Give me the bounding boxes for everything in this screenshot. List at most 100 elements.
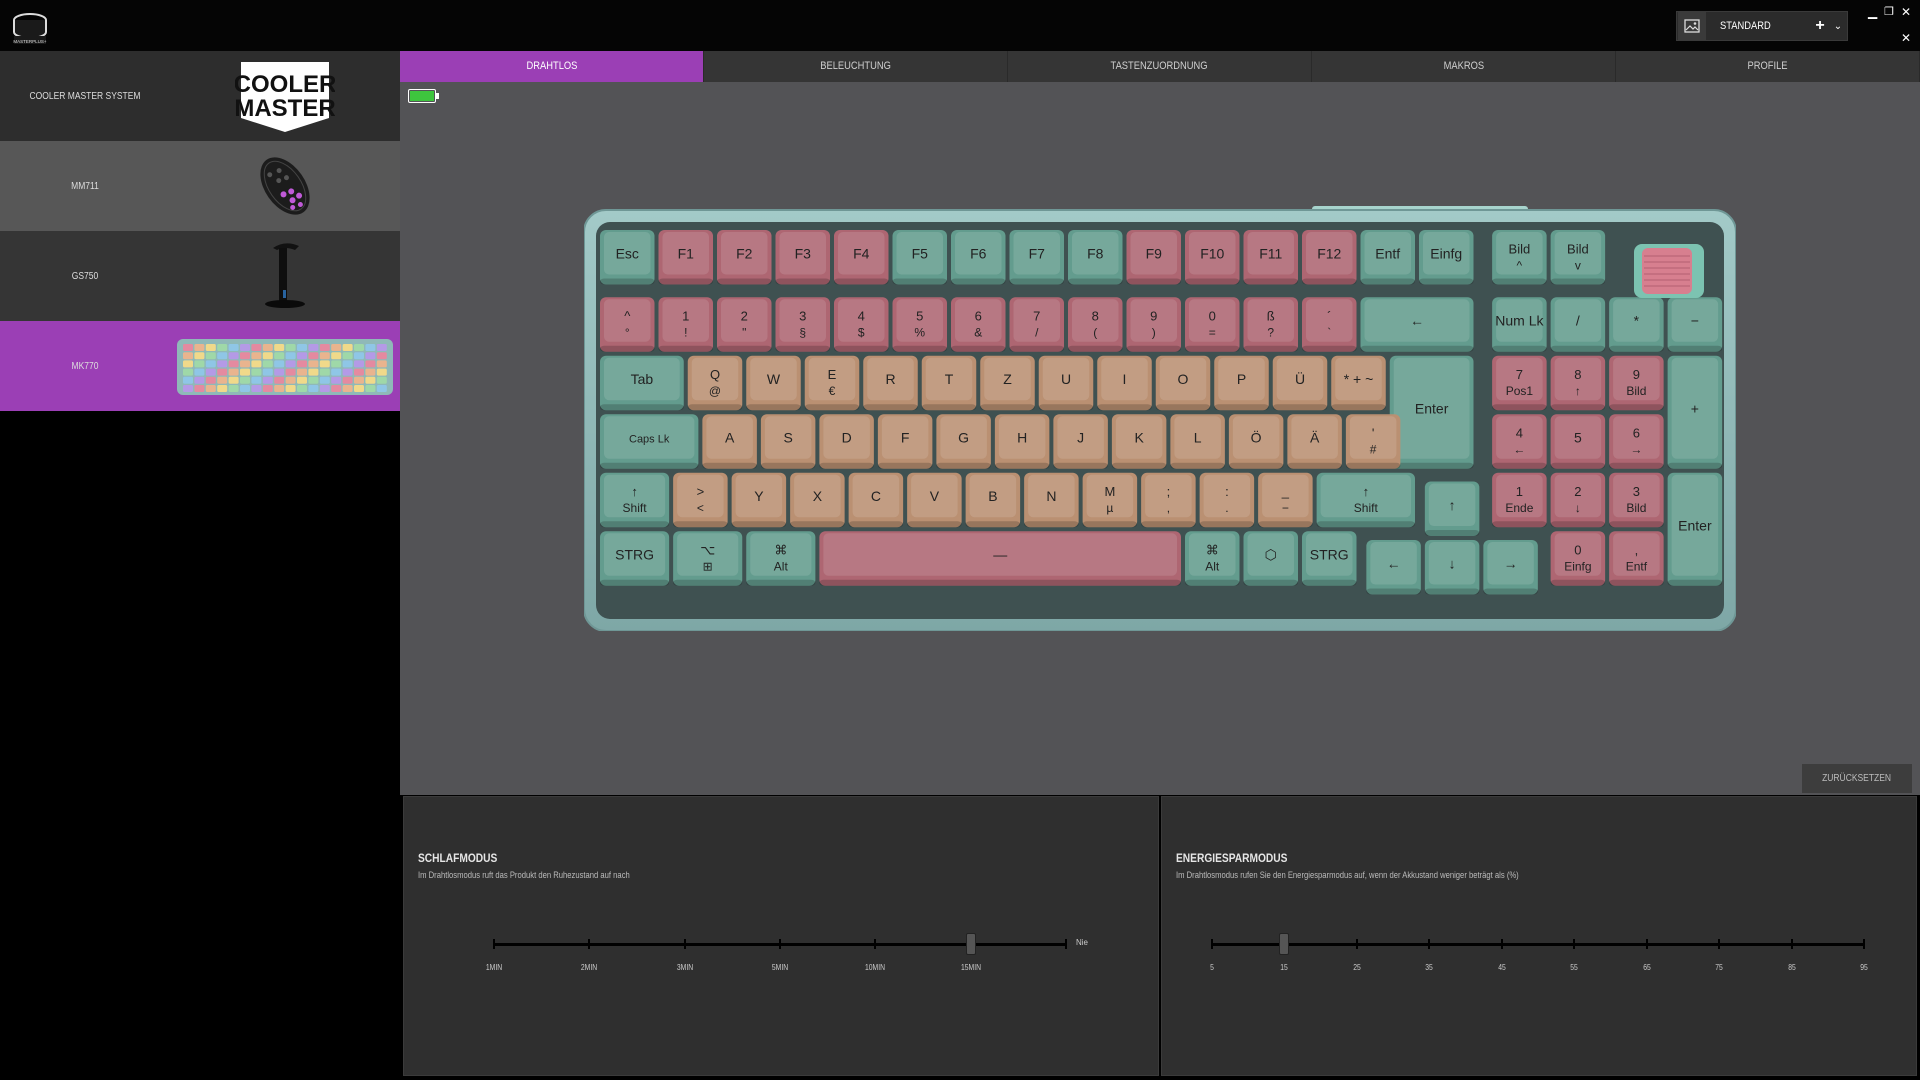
key-g[interactable]: G (936, 414, 991, 469)
key-ü[interactable]: Ü (1272, 355, 1328, 411)
key-strg[interactable]: STRG (1302, 531, 1357, 586)
key-bild-v[interactable]: Bild v (1550, 230, 1606, 285)
key-esc[interactable]: Esc (600, 230, 655, 285)
key-h[interactable]: H (994, 414, 1050, 469)
key-,-entf[interactable]: , Entf (1609, 531, 1664, 586)
key-z[interactable]: Z (980, 355, 1035, 411)
key-4-$[interactable]: 4$ (834, 297, 889, 352)
key-strg[interactable]: STRG (600, 531, 670, 586)
key-f4[interactable]: F4 (834, 230, 889, 285)
key-tab[interactable]: Tab (600, 355, 684, 411)
key-enter[interactable]: Enter (1389, 355, 1474, 469)
key-bild-^[interactable]: Bild ^ (1492, 230, 1547, 285)
key-i[interactable]: I (1097, 355, 1152, 411)
close-icon[interactable]: ✕ (1901, 6, 1911, 18)
key-n[interactable]: N (1024, 472, 1079, 528)
key-t[interactable]: T (921, 355, 977, 411)
key-3-bild[interactable]: 3 Bild (1609, 472, 1664, 528)
key-f[interactable]: F (877, 414, 933, 469)
image-icon[interactable] (1678, 12, 1706, 40)
key-ß-?[interactable]: ß? (1243, 297, 1299, 352)
tab-profile[interactable]: PROFILE (1616, 51, 1920, 82)
device-item-mk770[interactable]: MK770 (0, 321, 400, 411)
key-0-=[interactable]: 0= (1185, 297, 1240, 352)
maximize-icon[interactable]: ❐ (1884, 6, 1894, 18)
key-f6[interactable]: F6 (951, 230, 1006, 285)
key-l[interactable]: L (1170, 414, 1225, 469)
minimize-icon[interactable]: ▁ (1868, 6, 1877, 18)
key-f3[interactable]: F3 (775, 230, 831, 285)
sleep-mode-slider[interactable]: 1MIN 2MIN 3MIN 5MIN 10MIN 15MIN (486, 933, 1067, 972)
key-+[interactable]: + (1667, 355, 1723, 469)
key-s[interactable]: S (760, 414, 816, 469)
tab-tastenzuordnung[interactable]: TASTENZUORDNUNG (1008, 51, 1312, 82)
pin-icon[interactable]: ✕ (1901, 32, 1911, 44)
key-d[interactable]: D (819, 414, 874, 469)
key-c[interactable]: C (848, 472, 904, 528)
device-item-gs750[interactable]: GS750 (0, 231, 400, 321)
key-⌥-⊞[interactable]: ⌥⊞ (673, 531, 743, 586)
key->-<[interactable]: >< (673, 472, 728, 528)
key-6-→[interactable]: 6→ (1609, 414, 1664, 469)
key-u[interactable]: U (1038, 355, 1094, 411)
key-2-↓[interactable]: 2↓ (1550, 472, 1606, 528)
key-e-€[interactable]: E€ (804, 355, 860, 411)
key-'-#[interactable]: '# (1345, 414, 1401, 469)
key-^-°[interactable]: ^° (600, 297, 655, 352)
masterplus-logo-icon[interactable]: MASTERPLUS+ (8, 6, 52, 48)
key-⌘-alt[interactable]: ⌘ Alt (1185, 531, 1240, 586)
key-⬡[interactable]: ⬡ (1243, 531, 1299, 586)
key-f1[interactable]: F1 (658, 230, 714, 285)
key-f12[interactable]: F12 (1302, 230, 1357, 285)
key-↓[interactable]: ↓ (1424, 540, 1480, 595)
energy-saving-slider[interactable]: 5 15 25 35 45 55 65 75 85 95 (1210, 933, 1868, 972)
key-↑-shift[interactable]: ↑ Shift (600, 472, 670, 528)
tab-beleuchtung[interactable]: BELEUCHTUNG (704, 51, 1008, 82)
key-w[interactable]: W (746, 355, 801, 411)
key-ö[interactable]: Ö (1228, 414, 1284, 469)
key-−[interactable]: − (1667, 297, 1723, 352)
key-o[interactable]: O (1155, 355, 1211, 411)
key-f7[interactable]: F7 (1009, 230, 1065, 285)
key-y[interactable]: Y (731, 472, 787, 528)
profile-selector[interactable]: STANDARD + ⌄ (1676, 11, 1848, 41)
key-num-lk[interactable]: Num Lk (1492, 297, 1547, 352)
key-1-![interactable]: 1! (658, 297, 714, 352)
tab-drahtlos[interactable]: DRAHTLOS (400, 51, 704, 82)
device-item-mm711[interactable]: MM711 (0, 141, 400, 231)
key-_-−[interactable]: _− (1258, 472, 1313, 528)
key-f11[interactable]: F11 (1243, 230, 1299, 285)
energy-slider-thumb[interactable] (1279, 933, 1290, 955)
key-←[interactable]: ← (1360, 297, 1474, 352)
key-*-+-~[interactable]: * + ~ (1331, 355, 1386, 411)
key-1-ende[interactable]: 1 Ende (1492, 472, 1547, 528)
key-a[interactable]: A (702, 414, 757, 469)
key-4-←[interactable]: 4← (1492, 414, 1547, 469)
key-⌘-alt[interactable]: ⌘ Alt (746, 531, 816, 586)
key-7-pos1[interactable]: 7 Pos1 (1492, 355, 1547, 411)
key-´-`[interactable]: ´` (1302, 297, 1357, 352)
reset-button[interactable]: ZURÜCKSETZEN (1802, 764, 1912, 793)
key-caps-lk[interactable]: Caps Lk (600, 414, 699, 469)
key-:-.[interactable]: :. (1199, 472, 1255, 528)
key-←[interactable]: ← (1366, 540, 1421, 595)
key-f8[interactable]: F8 (1068, 230, 1123, 285)
key-f9[interactable]: F9 (1126, 230, 1182, 285)
key-r[interactable]: R (863, 355, 918, 411)
key-f5[interactable]: F5 (892, 230, 948, 285)
key-ä[interactable]: Ä (1287, 414, 1342, 469)
key-;-,[interactable]: ;, (1141, 472, 1196, 528)
key-p[interactable]: P (1214, 355, 1269, 411)
key-v[interactable]: V (907, 472, 962, 528)
key-f2[interactable]: F2 (717, 230, 772, 285)
key-x[interactable]: X (790, 472, 845, 528)
key-5-%[interactable]: 5% (892, 297, 948, 352)
volume-knob[interactable] (1634, 244, 1704, 298)
key-*[interactable]: * (1609, 297, 1664, 352)
tab-makros[interactable]: MAKROS (1312, 51, 1616, 82)
key-einfg[interactable]: Einfg (1419, 230, 1474, 285)
key-/[interactable]: / (1550, 297, 1606, 352)
key-8-↑[interactable]: 8↑ (1550, 355, 1606, 411)
key-m-µ[interactable]: Mµ (1082, 472, 1138, 528)
key-—[interactable]: — (819, 531, 1181, 586)
